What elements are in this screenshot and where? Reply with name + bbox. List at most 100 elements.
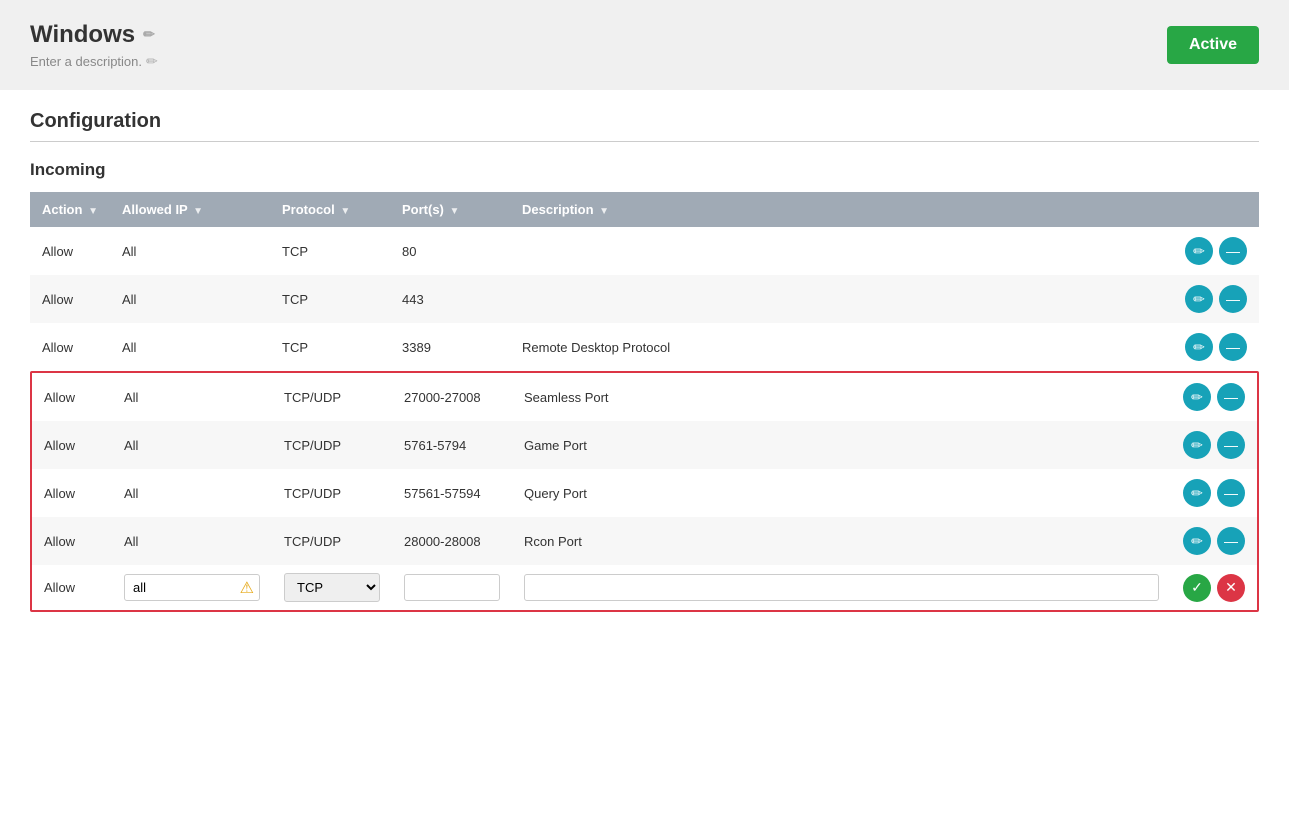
row-action: Allow	[32, 469, 112, 517]
description-input[interactable]	[524, 574, 1159, 601]
row-allowed-ip: All	[110, 323, 270, 371]
edit-button[interactable]: ✏	[1183, 431, 1211, 459]
confirm-button[interactable]: ✓	[1183, 574, 1211, 602]
row-allowed-ip: All	[112, 517, 272, 565]
description-text: Enter a description.	[30, 54, 142, 69]
col-header-ports[interactable]: Port(s) ▼	[390, 192, 510, 227]
row-protocol: TCP/UDP	[272, 421, 392, 469]
title-text: Windows	[30, 21, 135, 49]
page-title: Windows ✏	[30, 21, 158, 49]
row-allowed-ip: All	[112, 469, 272, 517]
row-allowed-ip: All	[112, 421, 272, 469]
remove-button[interactable]: —	[1217, 431, 1245, 459]
remove-button[interactable]: —	[1219, 333, 1247, 361]
col-header-action[interactable]: Action ▼	[30, 192, 110, 227]
header-left: Windows ✏ Enter a description. ✏	[30, 21, 158, 70]
row-description: Rcon Port	[512, 517, 1171, 565]
row-actions: ✏ —	[1171, 517, 1257, 565]
new-row-ports-cell	[392, 565, 512, 610]
page-subtitle: Enter a description. ✏	[30, 53, 158, 70]
row-ports: 5761-5794	[392, 421, 512, 469]
remove-button[interactable]: —	[1217, 479, 1245, 507]
row-actions: ✏ —	[1171, 421, 1257, 469]
edit-button[interactable]: ✏	[1183, 527, 1211, 555]
row-description: Query Port	[512, 469, 1171, 517]
table-row: Allow All TCP/UDP 28000-28008 Rcon Port …	[32, 517, 1257, 565]
row-action: Allow	[32, 517, 112, 565]
remove-button[interactable]: —	[1217, 383, 1245, 411]
new-row-allowed-ip-cell: ⚠	[112, 565, 272, 610]
row-actions: ✏ —	[1173, 227, 1259, 275]
ports-input[interactable]	[404, 574, 500, 601]
table-header: Action ▼ Allowed IP ▼ Protocol ▼ Port(s)…	[30, 192, 1259, 227]
row-ports: 28000-28008	[392, 517, 512, 565]
row-allowed-ip: All	[110, 227, 270, 275]
row-description	[510, 227, 1173, 275]
row-ports: 3389	[390, 323, 510, 371]
row-ports: 80	[390, 227, 510, 275]
cancel-button[interactable]: ✕	[1217, 574, 1245, 602]
edit-button[interactable]: ✏	[1183, 479, 1211, 507]
protocol-select[interactable]: TCP UDP TCP/UDP	[284, 573, 380, 602]
table-row: Allow All TCP/UDP 27000-27008 Seamless P…	[32, 373, 1257, 421]
table-row: Allow All TCP 3389 Remote Desktop Protoc…	[30, 323, 1259, 371]
allowed-ip-input-wrapper: ⚠	[124, 574, 260, 601]
table-row: Allow All TCP 443 ✏ —	[30, 275, 1259, 323]
section-divider	[30, 141, 1259, 142]
incoming-title: Incoming	[30, 160, 1259, 180]
row-allowed-ip: All	[110, 275, 270, 323]
row-protocol: TCP/UDP	[272, 469, 392, 517]
table-row: Allow All TCP 80 ✏ —	[30, 227, 1259, 275]
row-protocol: TCP	[270, 323, 390, 371]
row-description: Game Port	[512, 421, 1171, 469]
new-row-protocol-cell: TCP UDP TCP/UDP	[272, 565, 392, 610]
row-ports: 57561-57594	[392, 469, 512, 517]
header: Windows ✏ Enter a description. ✏ Active	[0, 0, 1289, 90]
row-allowed-ip: All	[112, 373, 272, 421]
status-badge[interactable]: Active	[1167, 26, 1259, 64]
row-protocol: TCP	[270, 227, 390, 275]
row-ports: 443	[390, 275, 510, 323]
remove-button[interactable]: —	[1219, 285, 1247, 313]
row-actions: ✏ —	[1171, 373, 1257, 421]
title-edit-icon[interactable]: ✏	[143, 26, 155, 43]
table-row: Allow All TCP/UDP 5761-5794 Game Port ✏ …	[32, 421, 1257, 469]
description-edit-icon[interactable]: ✏	[146, 53, 158, 70]
col-header-description[interactable]: Description ▼	[510, 192, 1173, 227]
row-action: Allow	[30, 227, 110, 275]
row-ports: 27000-27008	[392, 373, 512, 421]
row-description: Seamless Port	[512, 373, 1171, 421]
row-description: Remote Desktop Protocol	[510, 323, 1173, 371]
row-description	[510, 275, 1173, 323]
row-action: Allow	[30, 323, 110, 371]
row-actions: ✏ —	[1173, 323, 1259, 371]
row-action: Allow	[32, 373, 112, 421]
row-actions: ✏ —	[1173, 275, 1259, 323]
new-rule-row: Allow ⚠ TCP UDP TCP/UDP	[32, 565, 1257, 610]
highlighted-body: Allow All TCP/UDP 27000-27008 Seamless P…	[32, 373, 1257, 610]
row-protocol: TCP/UDP	[272, 373, 392, 421]
edit-button[interactable]: ✏	[1185, 333, 1213, 361]
col-header-protocol[interactable]: Protocol ▼	[270, 192, 390, 227]
row-protocol: TCP	[270, 275, 390, 323]
col-header-actions	[1173, 192, 1259, 227]
warning-icon: ⚠	[240, 578, 254, 598]
remove-button[interactable]: —	[1219, 237, 1247, 265]
remove-button[interactable]: —	[1217, 527, 1245, 555]
edit-button[interactable]: ✏	[1185, 237, 1213, 265]
new-row-description-cell	[512, 565, 1171, 610]
highlighted-table: Allow All TCP/UDP 27000-27008 Seamless P…	[32, 373, 1257, 610]
main-content: Configuration Incoming Action ▼ Allowed …	[0, 90, 1289, 632]
edit-button[interactable]: ✏	[1185, 285, 1213, 313]
highlighted-section: Allow All TCP/UDP 27000-27008 Seamless P…	[30, 371, 1259, 612]
firewall-table: Action ▼ Allowed IP ▼ Protocol ▼ Port(s)…	[30, 192, 1259, 371]
configuration-title: Configuration	[30, 110, 1259, 133]
row-protocol: TCP/UDP	[272, 517, 392, 565]
new-row-actions: ✓ ✕	[1171, 565, 1257, 610]
new-row-action: Allow	[32, 565, 112, 610]
row-actions: ✏ —	[1171, 469, 1257, 517]
row-action: Allow	[32, 421, 112, 469]
edit-button[interactable]: ✏	[1183, 383, 1211, 411]
col-header-allowed-ip[interactable]: Allowed IP ▼	[110, 192, 270, 227]
row-action: Allow	[30, 275, 110, 323]
